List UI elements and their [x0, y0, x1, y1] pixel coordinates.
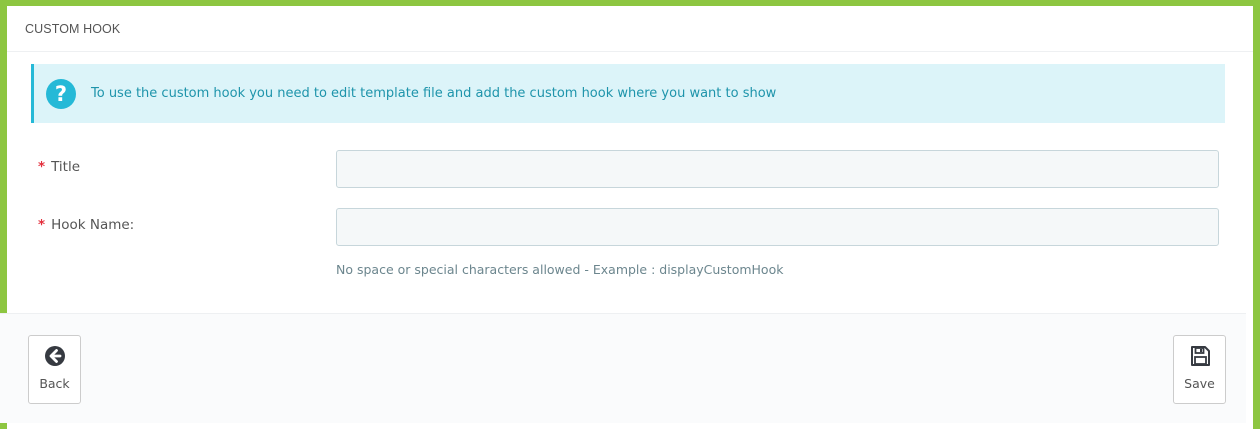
arrow-circle-left-icon: [44, 346, 65, 366]
panel-title: CUSTOM HOOK: [25, 21, 121, 36]
panel-heading: CUSTOM HOOK: [7, 6, 1253, 52]
title-label-text: Title: [51, 159, 80, 175]
info-alert: ? To use the custom hook you need to edi…: [31, 64, 1225, 123]
back-button-label: Back: [39, 376, 70, 391]
title-label: * Title: [38, 159, 80, 175]
required-marker: *: [38, 159, 46, 175]
title-input[interactable]: [336, 150, 1219, 188]
hook-name-label-text: Hook Name:: [51, 217, 135, 233]
panel-footer: Back Save: [0, 313, 1246, 423]
save-button-label: Save: [1184, 376, 1215, 391]
save-button[interactable]: Save: [1173, 335, 1226, 404]
hook-name-label: * Hook Name:: [38, 217, 134, 233]
hook-name-help-text: No space or special characters allowed -…: [336, 262, 784, 277]
required-marker: *: [38, 217, 46, 233]
back-button[interactable]: Back: [28, 335, 81, 404]
alert-text: To use the custom hook you need to edit …: [91, 86, 777, 101]
question-circle-icon: ?: [46, 78, 76, 109]
floppy-disk-icon: [1190, 346, 1210, 366]
hook-name-input[interactable]: [336, 208, 1219, 246]
